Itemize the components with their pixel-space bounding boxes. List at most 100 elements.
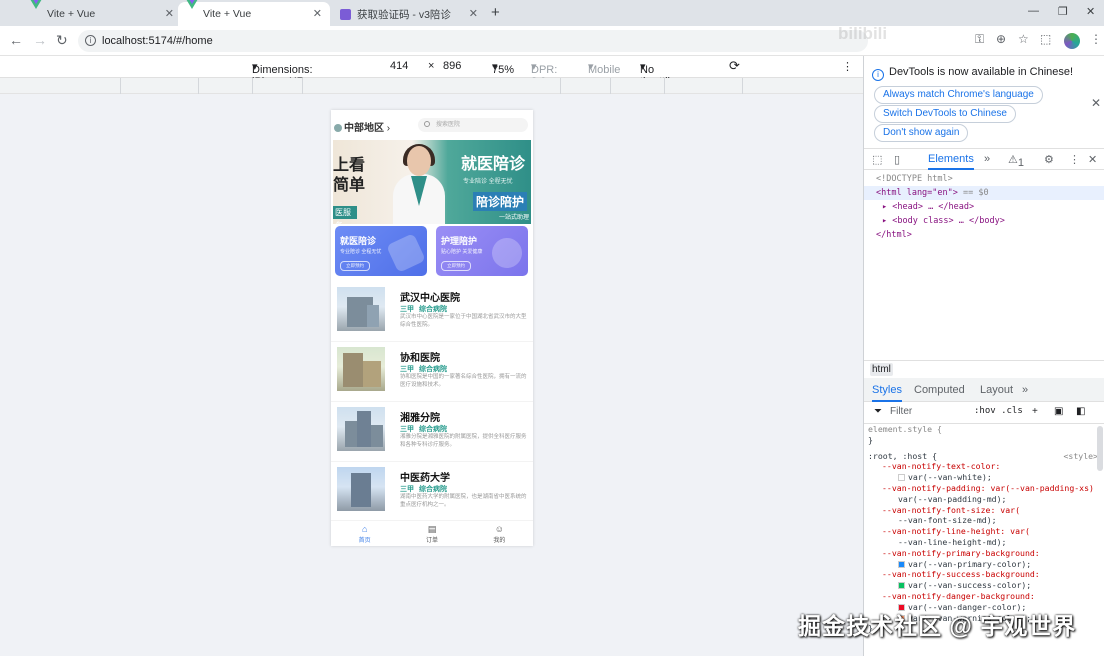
close-infobar-icon[interactable]: ✕	[1091, 96, 1101, 110]
breadcrumb-html[interactable]: html	[870, 363, 893, 376]
close-tab-icon[interactable]: ✕	[313, 7, 322, 20]
url-field[interactable]: i localhost:5174/#/home	[78, 30, 868, 52]
style-source-link[interactable]: <style>	[1063, 451, 1100, 462]
list-item[interactable]: 协和医院 三甲 综合病院 协和医院是中国的一家著名综合性医院，拥有一流的医疗设施和…	[331, 342, 533, 402]
height-input[interactable]: 896	[443, 60, 461, 72]
style-line: --van-notify-font-size: var(	[882, 504, 1021, 515]
menu-icon[interactable]: ⋮	[1090, 32, 1102, 46]
browser-tab[interactable]: 获取验证码 - v3陪诊 ✕	[332, 2, 486, 26]
language-infobar: i DevTools is now available in Chinese! A…	[864, 56, 1104, 148]
location-picker[interactable]: 中部地区 ›	[334, 119, 390, 134]
zoom-icon[interactable]: ⊕	[996, 32, 1006, 46]
minimize-icon[interactable]: —	[1028, 5, 1039, 17]
times-sign: ×	[428, 60, 435, 72]
more-panes-icon[interactable]: »	[1022, 384, 1028, 396]
list-item[interactable]: 湘雅分院 三甲 综合病院 湘雅分院是湘雅医院的附属医院，提供全科医疗服务和各种专科…	[331, 402, 533, 462]
list-item[interactable]: 武汉中心医院 三甲 综合病院 武汉市中心医院是一家位于中国湖北省武汉市的大型综合性…	[331, 282, 533, 342]
devtools-panel: i DevTools is now available in Chinese! A…	[863, 56, 1104, 656]
style-line: var(--van-padding-md);	[898, 493, 1007, 504]
forward-icon[interactable]: →	[33, 32, 47, 48]
hospital-desc: 武汉市中心医院是一家位于中国湖北省武汉市的大型综合性医院。	[400, 314, 527, 328]
dom-body-node[interactable]: ▸ <body class> … </body>	[864, 214, 1104, 228]
hospital-image	[337, 347, 385, 391]
tab-layout[interactable]: Layout	[980, 384, 1013, 396]
rotate-icon[interactable]: ⟳	[729, 58, 740, 74]
service-card-escort[interactable]: 就医陪诊 专业陪诊 全程无忧 立即预约	[335, 226, 427, 276]
filter-input[interactable]: Filter	[890, 406, 912, 417]
location-pin-icon	[334, 124, 342, 132]
width-input[interactable]: 414	[390, 60, 408, 72]
color-swatch[interactable]	[898, 582, 905, 590]
tab-orders[interactable]: ▤ 订单	[398, 521, 465, 546]
styles-scrollbar[interactable]	[1097, 426, 1103, 471]
switch-chinese-button[interactable]: Switch DevTools to Chinese	[874, 105, 1016, 123]
more-tabs-icon[interactable]: »	[984, 153, 990, 165]
dpr-select[interactable]: DPR: 2.0 ▾	[531, 60, 557, 88]
order-icon: ▤	[427, 524, 437, 534]
computed-toggle-icon[interactable]: ▣	[1054, 406, 1063, 417]
restore-icon[interactable]: ❐	[1058, 5, 1068, 18]
dimensions-select[interactable]: Dimensions: iPhone XR ▾	[252, 60, 313, 88]
close-tab-icon[interactable]: ✕	[165, 7, 174, 20]
tab-styles[interactable]: Styles	[872, 384, 902, 402]
juejin-watermark: 掘金技术社区 @ 宇观世界	[798, 613, 1077, 639]
hospital-tags: 三甲 综合病院	[400, 426, 447, 433]
close-devtools-icon[interactable]: ✕	[1088, 153, 1097, 166]
card-title: 就医陪诊	[340, 236, 377, 246]
mode-select[interactable]: Mobile ▾	[588, 60, 620, 76]
tab-elements[interactable]: Elements	[928, 153, 974, 170]
more-options-icon[interactable]: ⋮	[842, 60, 853, 73]
tab-title: Vite + Vue	[203, 8, 252, 20]
hov-cls-toggles[interactable]: :hov .cls	[974, 406, 1023, 416]
style-line: --van-notify-text-color:	[882, 461, 1001, 472]
extensions-icon[interactable]: ⬚	[1040, 32, 1051, 46]
inspect-icon[interactable]: ⬚	[872, 153, 882, 166]
close-window-icon[interactable]: ✕	[1086, 5, 1095, 18]
key-icon[interactable]: ⚿	[975, 32, 984, 47]
close-tab-icon[interactable]: ✕	[469, 7, 478, 20]
card-button[interactable]: 立即预约	[441, 261, 471, 271]
reload-icon[interactable]: ↻	[56, 32, 68, 49]
profile-avatar[interactable]	[1064, 33, 1080, 49]
dom-doctype[interactable]: <!DOCTYPE html>	[864, 172, 1104, 186]
new-rule-icon[interactable]: +	[1032, 406, 1038, 417]
bookmark-star-icon[interactable]: ☆	[1018, 32, 1029, 46]
new-tab-icon[interactable]: +	[491, 4, 500, 21]
hospital-name: 中医药大学	[400, 473, 450, 484]
devtools-tabs: ⬚ ▯ Elements » ⚠ 1 ⚙ ⋮ ✕	[864, 148, 1104, 170]
sidebar-toggle-icon[interactable]: ◧	[1076, 406, 1085, 417]
browser-tab-active[interactable]: Vite + Vue ✕	[178, 0, 330, 26]
back-icon[interactable]: ←	[9, 32, 23, 48]
dom-head-node[interactable]: ▸ <head> … </head>	[864, 200, 1104, 214]
service-card-nursing[interactable]: 护理陪护 贴心陪护 关爱健康 立即预约	[436, 226, 528, 276]
breadcrumb: html	[864, 360, 1104, 378]
tab-computed[interactable]: Computed	[914, 384, 965, 396]
site-info-icon[interactable]: i	[85, 35, 96, 46]
dom-html-close: </html>	[876, 230, 912, 240]
list-item[interactable]: 中医药大学 三甲 综合病院 湖南中医药大学的附属医院，也是湖南省中医系统的重点医疗…	[331, 462, 533, 522]
device-toggle-icon[interactable]: ▯	[894, 153, 900, 166]
style-line: --van-notify-primary-background:	[882, 547, 1040, 558]
dom-tree: <!DOCTYPE html> <html lang="en"> == $0 ▸…	[864, 172, 1104, 242]
card-button[interactable]: 立即预约	[340, 261, 370, 271]
promo-banner[interactable]: 上看 简单 医服务 就医陪诊 专业陪诊 全程无忧 陪诊陪护 一站式助理	[333, 140, 531, 224]
mobile-app-screen: 中部地区 › 搜索医院 上看 简单 医服务 就医陪诊 专业陪诊 全程无忧 陪诊陪…	[331, 110, 533, 546]
dom-html-node[interactable]: <html lang="en"> == $0	[864, 186, 1104, 200]
dont-show-button[interactable]: Don't show again	[874, 124, 969, 142]
info-icon: i	[872, 69, 884, 81]
color-swatch[interactable]	[898, 560, 905, 568]
devtools-menu-icon[interactable]: ⋮	[1069, 153, 1080, 166]
color-swatch[interactable]	[898, 474, 905, 482]
browser-tab[interactable]: Vite + Vue ✕	[22, 0, 182, 26]
zoom-select[interactable]: 75% ▾	[492, 60, 514, 76]
search-input[interactable]: 搜索医院	[418, 118, 528, 132]
media-query-ruler[interactable]	[0, 78, 863, 94]
match-language-button[interactable]: Always match Chrome's language	[874, 86, 1043, 104]
tab-home[interactable]: ⌂ 首页	[331, 521, 398, 546]
tab-mine[interactable]: ☺ 我的	[466, 521, 533, 546]
settings-gear-icon[interactable]: ⚙	[1044, 153, 1054, 166]
hospital-desc: 湘雅分院是湘雅医院的附属医院，提供全科医疗服务和各种专科诊疗服务。	[400, 434, 527, 448]
throttling-select[interactable]: No throttling ▾	[640, 60, 682, 88]
warning-badge[interactable]: ⚠ 1	[1008, 153, 1024, 169]
device-toolbar: Dimensions: iPhone XR ▾ 414 × 896 75% ▾ …	[0, 56, 863, 88]
